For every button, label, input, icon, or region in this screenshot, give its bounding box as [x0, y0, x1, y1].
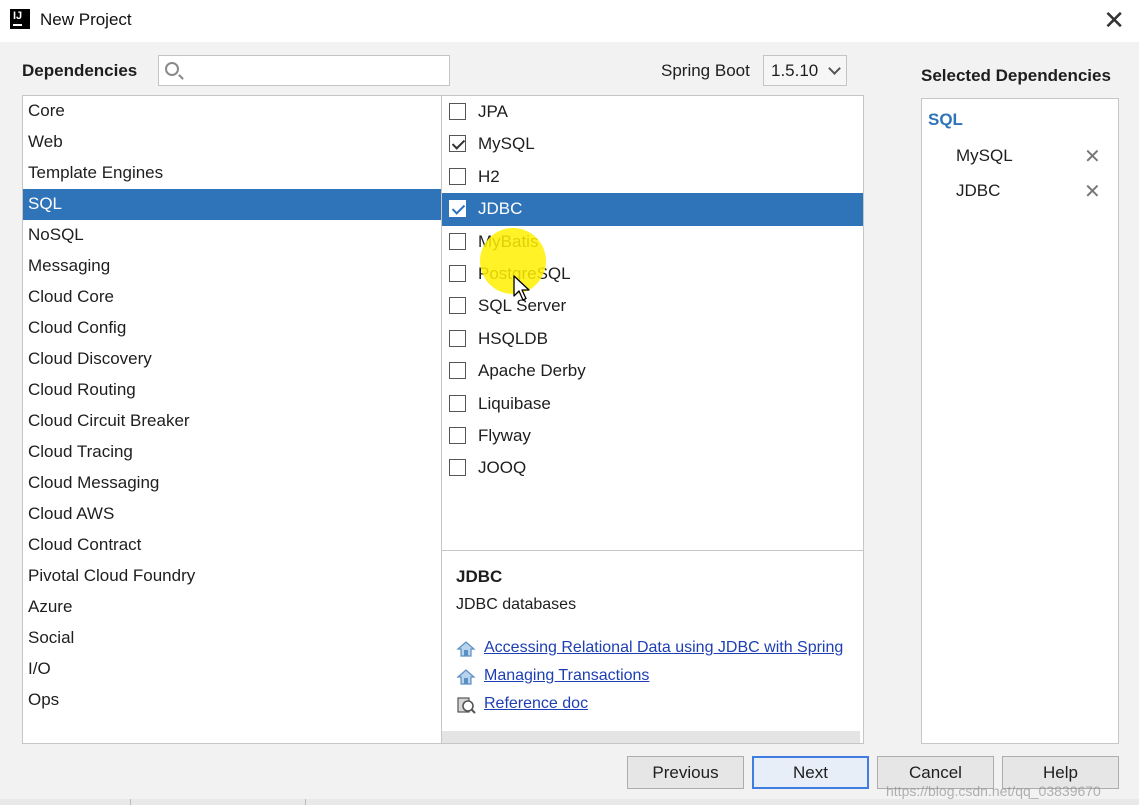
category-item[interactable]: Messaging [23, 251, 441, 282]
dependency-label: H2 [478, 166, 500, 186]
dependency-checkbox[interactable] [449, 329, 466, 347]
dependency-item[interactable]: Liquibase [442, 388, 863, 420]
category-item[interactable]: Cloud Contract [23, 530, 441, 561]
dependency-description: JDBC JDBC databases Accessing Relational… [442, 550, 863, 743]
selected-group-label: SQL [928, 110, 963, 129]
remove-jdbc-icon[interactable]: ✕ [1084, 179, 1101, 204]
search-field[interactable] [158, 55, 450, 86]
dependency-item[interactable]: SQL Server [442, 290, 863, 322]
guide-icon [456, 669, 476, 685]
guide-link-managing-transactions[interactable]: Managing Transactions [484, 667, 649, 685]
category-item[interactable]: Cloud Tracing [23, 437, 441, 468]
category-item[interactable]: Cloud Core [23, 282, 441, 313]
dependencies-label: Dependencies [22, 61, 138, 80]
category-item[interactable]: Template Engines [23, 158, 441, 189]
dependency-item[interactable]: Flyway [442, 420, 863, 452]
bottom-divider [130, 799, 306, 805]
description-text: JDBC databases [456, 596, 577, 613]
next-button[interactable]: Next [752, 756, 869, 789]
guide-link-accessing-relational-data[interactable]: Accessing Relational Data using JDBC wit… [484, 639, 843, 657]
dependency-label: JDBC [478, 199, 523, 219]
dependency-label: JPA [478, 102, 508, 121]
category-item[interactable]: Web [23, 127, 441, 158]
chevron-down-icon [828, 62, 841, 75]
dialog-content: Dependencies Spring Boot 1.5.10 Core Web T… [0, 42, 1139, 805]
intellij-app-icon: IJ [10, 9, 30, 29]
category-item[interactable]: Cloud Config [23, 313, 441, 344]
category-item[interactable]: I/O [23, 654, 441, 685]
category-item[interactable]: Cloud Messaging [23, 468, 441, 499]
dependency-label: Apache Derby [478, 361, 586, 381]
category-item[interactable]: Cloud Discovery [23, 344, 441, 375]
reference-doc-icon [457, 697, 476, 714]
window-title: New Project [40, 10, 132, 29]
mouse-pointer-icon [513, 275, 530, 301]
dependency-checkbox[interactable] [449, 232, 466, 250]
dependency-checkbox[interactable] [449, 297, 466, 315]
spring-boot-label: Spring Boot [661, 61, 750, 80]
dependency-item[interactable]: H2 [442, 161, 863, 193]
dependency-item[interactable]: MySQL [442, 128, 863, 160]
dependency-checkbox[interactable] [449, 362, 466, 380]
category-list: Core Web Template Engines SQL NoSQL Messaging… [22, 95, 442, 744]
remove-mysql-icon[interactable]: ✕ [1084, 144, 1101, 169]
dependency-panel: JPAMySQLH2JDBCMyBatisPostgreSQLSQL Serve… [442, 95, 864, 744]
dependency-item[interactable]: JPA [442, 96, 863, 128]
category-item[interactable]: SQL [23, 189, 441, 220]
dependency-list: JPAMySQLH2JDBCMyBatisPostgreSQLSQL Serve… [442, 96, 863, 550]
dependency-checkbox[interactable] [449, 426, 466, 444]
category-item[interactable]: Social [23, 623, 441, 654]
search-input[interactable] [185, 58, 445, 82]
dependency-item[interactable]: JDBC [442, 193, 863, 226]
dependency-checkbox[interactable] [449, 135, 466, 153]
dependency-label: JOOQ [478, 458, 527, 478]
category-item[interactable]: Core [23, 96, 441, 127]
category-item[interactable]: Cloud Circuit Breaker [23, 406, 441, 437]
dependency-label: Liquibase [478, 393, 551, 413]
dependency-checkbox[interactable] [449, 103, 466, 120]
dependency-item[interactable]: Apache Derby [442, 355, 863, 387]
dependency-label: HSQLDB [478, 328, 548, 348]
close-icon[interactable]: ✕ [1103, 5, 1125, 35]
dependency-checkbox[interactable] [449, 459, 466, 477]
category-item[interactable]: Azure [23, 592, 441, 623]
spring-boot-version-select[interactable]: 1.5.10 [763, 55, 847, 86]
category-item[interactable]: Ops [23, 685, 441, 716]
horizontal-scrollbar[interactable] [442, 731, 860, 743]
selected-dependencies-panel: SQL MySQL ✕ JDBC ✕ [921, 98, 1119, 744]
dependency-item[interactable]: HSQLDB [442, 323, 863, 355]
description-title: JDBC [456, 567, 503, 586]
category-item[interactable]: Cloud Routing [23, 375, 441, 406]
dependency-label: MySQL [478, 134, 535, 154]
selected-item-mysql: MySQL [956, 146, 1013, 165]
previous-button[interactable]: Previous [627, 756, 744, 789]
dependency-checkbox[interactable] [449, 394, 466, 412]
spring-boot-version-value: 1.5.10 [771, 61, 819, 80]
watermark-text: https://blog.csdn.net/qq_03839670 [886, 783, 1101, 799]
selected-dependencies-title: Selected Dependencies [921, 66, 1111, 85]
category-item[interactable]: NoSQL [23, 220, 441, 251]
dependency-checkbox[interactable] [449, 264, 466, 282]
dependency-label: Flyway [478, 425, 531, 445]
dependency-item[interactable]: JOOQ [442, 452, 863, 484]
category-item[interactable]: Pivotal Cloud Foundry [23, 561, 441, 592]
search-icon [165, 62, 179, 76]
title-bar: IJ New Project ✕ [0, 0, 1139, 42]
reference-doc-link[interactable]: Reference doc [484, 695, 588, 713]
guide-icon [456, 641, 476, 657]
dependency-checkbox[interactable] [449, 167, 466, 185]
new-project-dialog: IJ New Project ✕ Dependencies Spring Boo… [0, 0, 1139, 805]
selected-item-jdbc: JDBC [956, 181, 1001, 200]
category-item[interactable]: Cloud AWS [23, 499, 441, 530]
dependency-checkbox[interactable] [449, 200, 466, 218]
